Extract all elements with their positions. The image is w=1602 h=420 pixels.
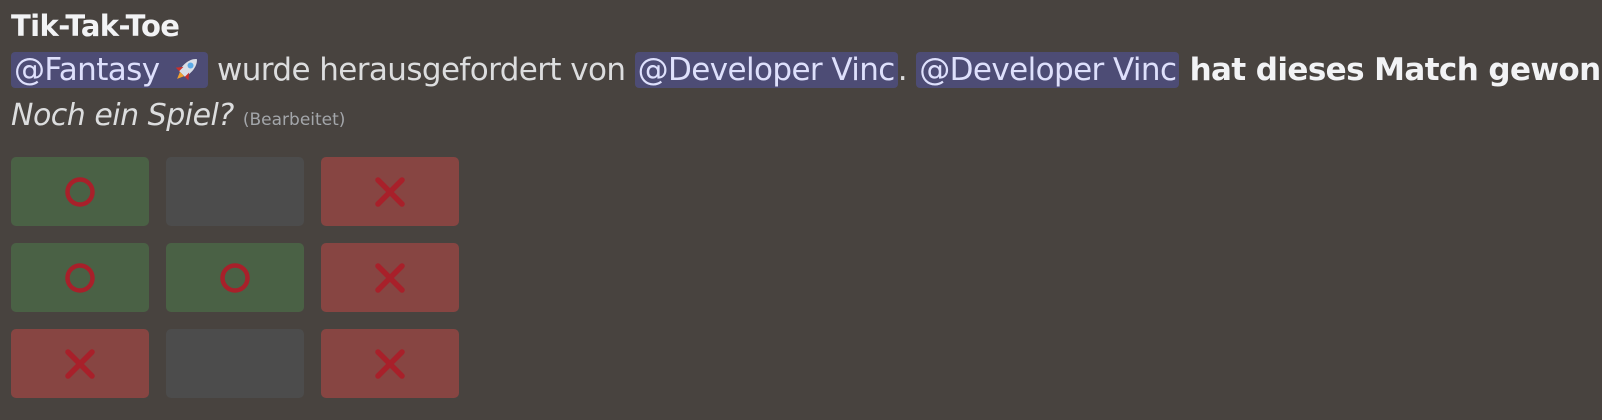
cross-mark-icon	[65, 348, 95, 379]
board-row	[11, 243, 461, 312]
cross-mark-icon	[375, 176, 405, 207]
circle-mark-icon	[65, 262, 95, 293]
mention-winner[interactable]: @Developer Vinc	[916, 52, 1180, 88]
circle-mark-icon	[220, 262, 250, 293]
cross-mark-icon	[375, 262, 405, 293]
board-cell-3-2[interactable]	[166, 329, 304, 398]
result-text: hat dieses Match gewonnen.	[1189, 52, 1602, 88]
cross-mark-icon	[375, 348, 405, 379]
replay-prompt: Noch ein Spiel?	[11, 98, 234, 133]
mention-challenger[interactable]: @Developer Vinc	[634, 52, 898, 88]
board-cell-1-3[interactable]	[321, 157, 459, 226]
board-cell-2-2[interactable]	[166, 243, 304, 312]
board-cell-3-3[interactable]	[321, 329, 459, 398]
rocket-icon	[169, 50, 205, 81]
replay-line: Noch ein Spiel? (Bearbeitet)	[11, 94, 1596, 142]
board-cell-3-1[interactable]	[11, 329, 149, 398]
game-title: Tik-Tak-Toe	[11, 9, 180, 43]
board-cell-2-3[interactable]	[321, 243, 459, 312]
edited-label: (Bearbeitet)	[242, 110, 346, 130]
mention-challenged[interactable]: @Fantasy	[11, 52, 208, 88]
board-cell-2-1[interactable]	[11, 243, 149, 312]
challenge-text: wurde herausgefordert von	[207, 52, 635, 88]
board-row	[11, 329, 461, 398]
tic-tac-toe-board	[11, 157, 461, 415]
board-cell-1-1[interactable]	[11, 157, 149, 226]
circle-mark-icon	[65, 176, 95, 207]
mention-challenged-label: @Fantasy	[14, 52, 160, 88]
game-message: Tik-Tak-Toe @Fantasy wurde herausgeforde…	[11, 6, 1602, 142]
board-cell-1-2[interactable]	[166, 157, 304, 226]
board-row	[11, 157, 461, 226]
separator-text: .	[897, 52, 917, 88]
result-line: @Fantasy wurde herausgefordert von @Deve…	[11, 46, 1602, 94]
